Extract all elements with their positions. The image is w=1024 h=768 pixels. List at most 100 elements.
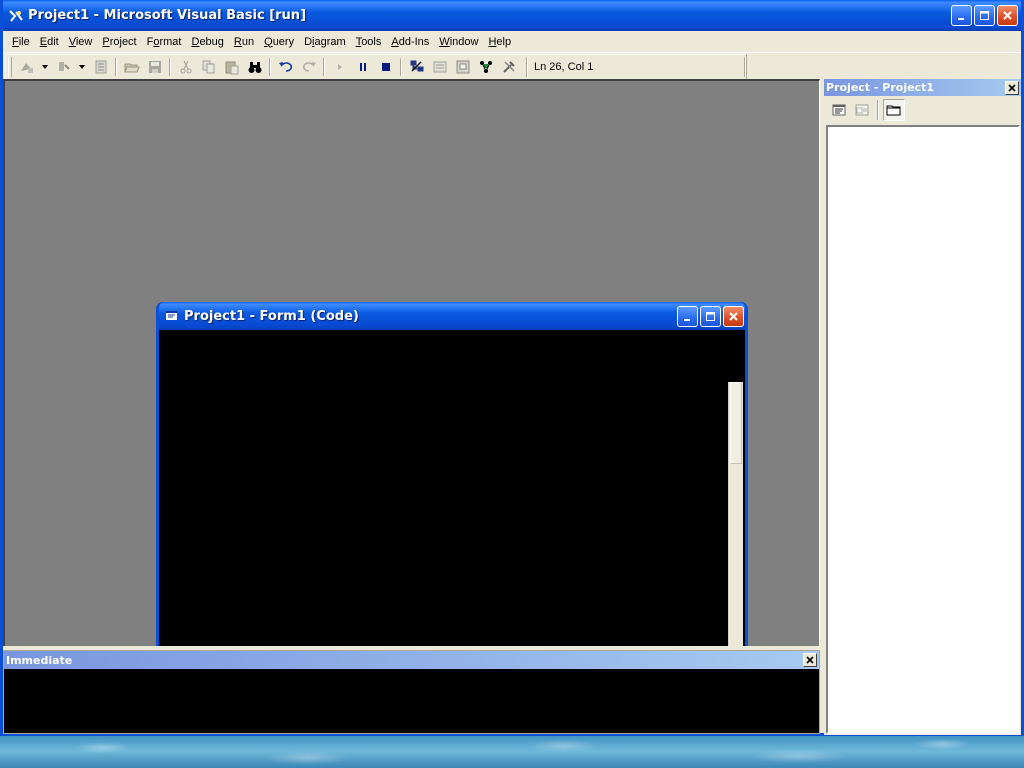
- code-minimize-button[interactable]: [677, 306, 698, 327]
- project-explorer-title-bar[interactable]: Project - Project1: [824, 79, 1021, 96]
- save-icon: [148, 61, 161, 73]
- desktop-wallpaper: [0, 734, 1024, 768]
- binoculars-icon: [248, 62, 261, 73]
- properties-window-button[interactable]: [428, 56, 451, 78]
- main-title-bar[interactable]: Project1 - Microsoft Visual Basic [run]: [3, 0, 1021, 31]
- vb-app-icon[interactable]: [8, 8, 24, 24]
- find-button[interactable]: [243, 56, 266, 78]
- code-vertical-scrollbar[interactable]: [728, 382, 743, 646]
- mdi-client-area: Project1 - Form1 (Code): [3, 79, 820, 646]
- project-explorer-title: Project - Project1: [826, 81, 934, 94]
- stop-icon: [381, 63, 390, 71]
- menu-run[interactable]: Run: [229, 34, 259, 50]
- menu-window[interactable]: Window: [434, 34, 483, 50]
- add-form-icon: [58, 62, 70, 71]
- form-layout-icon: [456, 60, 469, 74]
- form-layout-button[interactable]: [451, 56, 474, 78]
- menu-query[interactable]: Query: [259, 34, 299, 50]
- project-explorer-button[interactable]: [405, 56, 428, 78]
- add-project-button[interactable]: [15, 56, 38, 78]
- cursor-position-indicator: Ln 26, Col 1: [534, 61, 594, 73]
- minimize-icon: [684, 319, 690, 321]
- menu-edit[interactable]: Edit: [35, 34, 64, 50]
- immediate-title-bar[interactable]: Immediate: [4, 651, 819, 669]
- close-icon: [806, 656, 814, 664]
- toolbar-grip[interactable]: [8, 57, 12, 77]
- scissors-icon: [180, 60, 191, 74]
- menu-debug[interactable]: Debug: [186, 34, 228, 50]
- redo-button[interactable]: [297, 56, 320, 78]
- chevron-down-icon: [42, 65, 48, 69]
- menu-diagram[interactable]: Diagram: [299, 34, 351, 50]
- view-code-icon: [832, 104, 846, 116]
- folder-icon: [886, 105, 901, 116]
- paste-icon: [225, 61, 238, 75]
- project-explorer-toolbar: [824, 96, 1021, 124]
- code-window-title: Project1 - Form1 (Code): [184, 308, 359, 324]
- code-maximize-button[interactable]: [700, 306, 721, 327]
- add-project-dropdown[interactable]: [38, 56, 52, 78]
- minimize-button[interactable]: [951, 5, 972, 26]
- undo-button[interactable]: [274, 56, 297, 78]
- menu-project[interactable]: Project: [97, 34, 141, 50]
- toolbox-button[interactable]: [497, 56, 520, 78]
- paste-button[interactable]: [220, 56, 243, 78]
- immediate-close-button[interactable]: [803, 653, 817, 667]
- maximize-icon: [980, 11, 989, 20]
- scrollbar-thumb[interactable]: [730, 382, 742, 464]
- menu-editor-icon: [95, 60, 106, 74]
- open-project-button[interactable]: [120, 56, 143, 78]
- folder-open-icon: [123, 63, 140, 73]
- view-object-icon: [855, 104, 869, 116]
- chevron-down-icon: [79, 65, 85, 69]
- project-explorer-close-button[interactable]: [1005, 81, 1019, 95]
- code-editor[interactable]: [159, 330, 745, 646]
- view-object-button[interactable]: [851, 99, 873, 121]
- menu-tools[interactable]: Tools: [351, 34, 387, 50]
- add-form-button[interactable]: [52, 56, 75, 78]
- pause-icon: [359, 63, 366, 71]
- start-button[interactable]: [328, 56, 351, 78]
- close-icon: [1003, 11, 1012, 20]
- menu-bar: File Edit View Project Format Debug Run …: [3, 31, 1021, 53]
- redo-icon: [302, 62, 316, 72]
- tools-icon: [502, 61, 515, 73]
- properties-icon: [433, 61, 446, 73]
- play-icon: [337, 64, 342, 70]
- menu-view[interactable]: View: [64, 34, 98, 50]
- copy-icon: [202, 60, 214, 74]
- object-browser-button[interactable]: [474, 56, 497, 78]
- code-window[interactable]: Project1 - Form1 (Code): [156, 302, 748, 646]
- minimize-icon: [958, 18, 964, 20]
- view-code-button[interactable]: [828, 99, 850, 121]
- menu-format[interactable]: Format: [142, 34, 187, 50]
- break-button[interactable]: [351, 56, 374, 78]
- code-close-button[interactable]: [723, 306, 744, 327]
- standard-toolbar: Ln 26, Col 1: [5, 54, 747, 80]
- menu-file[interactable]: File: [7, 34, 35, 50]
- project-tree-view[interactable]: [826, 125, 1020, 734]
- immediate-input-area[interactable]: [4, 670, 819, 733]
- end-button[interactable]: [374, 56, 397, 78]
- close-button[interactable]: [997, 5, 1018, 26]
- undo-icon: [278, 62, 292, 72]
- cut-button[interactable]: [174, 56, 197, 78]
- close-icon: [1008, 84, 1016, 92]
- project-explorer: Project - Project1: [824, 79, 1021, 735]
- immediate-window: Immediate: [3, 650, 820, 734]
- code-window-title-bar[interactable]: Project1 - Form1 (Code): [159, 302, 745, 330]
- maximize-button[interactable]: [974, 5, 995, 26]
- menu-help[interactable]: Help: [483, 34, 516, 50]
- project-explorer-icon: [410, 60, 423, 72]
- object-browser-icon: [479, 61, 492, 73]
- code-window-icon[interactable]: [164, 308, 180, 324]
- copy-button[interactable]: [197, 56, 220, 78]
- add-form-dropdown[interactable]: [75, 56, 89, 78]
- save-project-button[interactable]: [143, 56, 166, 78]
- maximize-icon: [706, 312, 715, 321]
- toggle-folders-button[interactable]: [883, 99, 905, 121]
- menu-editor-button[interactable]: [89, 56, 112, 78]
- immediate-title: Immediate: [6, 653, 73, 667]
- menu-add-ins[interactable]: Add-Ins: [386, 34, 434, 50]
- main-window-title: Project1 - Microsoft Visual Basic [run]: [28, 8, 307, 23]
